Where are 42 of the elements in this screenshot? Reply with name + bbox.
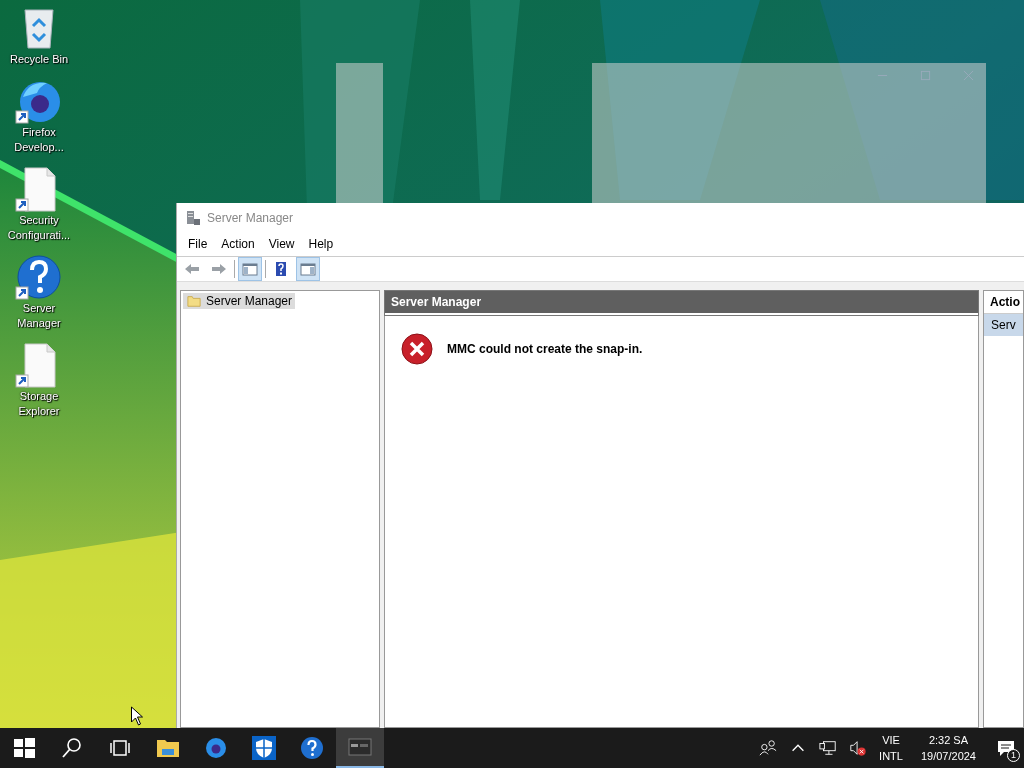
menu-item[interactable]: File: [181, 234, 215, 254]
show-tree-button[interactable]: [238, 257, 262, 281]
actions-item[interactable]: Serv: [984, 314, 1023, 336]
input-language-button[interactable]: VIE INTL: [873, 732, 909, 764]
mouse-pointer-icon: [130, 706, 143, 726]
right-arrow-icon: [211, 261, 227, 277]
help-icon: [300, 736, 324, 760]
left-arrow-icon: [184, 261, 200, 277]
muted-speaker-icon[interactable]: [849, 739, 868, 757]
shortcut-label: Server Manager: [16, 301, 62, 331]
shortcut-label: Storage Explorer: [17, 389, 61, 419]
search-icon: [60, 736, 84, 760]
window-title: Server Manager: [207, 210, 294, 225]
people-icon[interactable]: [759, 739, 778, 757]
shortcut-label: Recycle Bin: [8, 52, 70, 67]
notification-count: 1: [1007, 749, 1020, 762]
clock[interactable]: 2:32 SA 19/07/2024: [908, 732, 988, 764]
desktop-shortcut[interactable]: Firefox Develop...: [0, 77, 78, 155]
notification-button[interactable]: 1: [988, 728, 1024, 768]
console-button[interactable]: [336, 728, 384, 768]
console-icon: [348, 735, 372, 759]
windows-logo-icon: [12, 736, 36, 760]
help-icon: [273, 261, 289, 277]
shield-icon: [252, 736, 276, 760]
desktop-shortcut[interactable]: Recycle Bin: [0, 4, 78, 67]
folder-icon: [186, 294, 202, 308]
error-icon: [401, 333, 433, 365]
menu-item[interactable]: Action: [214, 234, 262, 254]
menu-item[interactable]: Help: [301, 234, 341, 254]
shortcut-label: Security Configurati...: [6, 213, 72, 243]
server-icon: [185, 209, 201, 226]
network-icon[interactable]: [819, 739, 838, 757]
panel-icon: [242, 261, 258, 277]
menu-item[interactable]: View: [261, 234, 302, 254]
fox-globe-icon: [204, 736, 228, 760]
tree-item[interactable]: Server Manager: [183, 293, 296, 309]
error-message: MMC could not create the snap-in.: [447, 342, 643, 356]
pane-header: Server Manager: [385, 291, 978, 315]
panel-icon: [300, 261, 316, 277]
show-actions-button[interactable]: [296, 257, 320, 281]
desktop-shortcut[interactable]: Security Configurati...: [0, 165, 78, 243]
shortcut-label: Firefox Develop...: [13, 125, 65, 155]
